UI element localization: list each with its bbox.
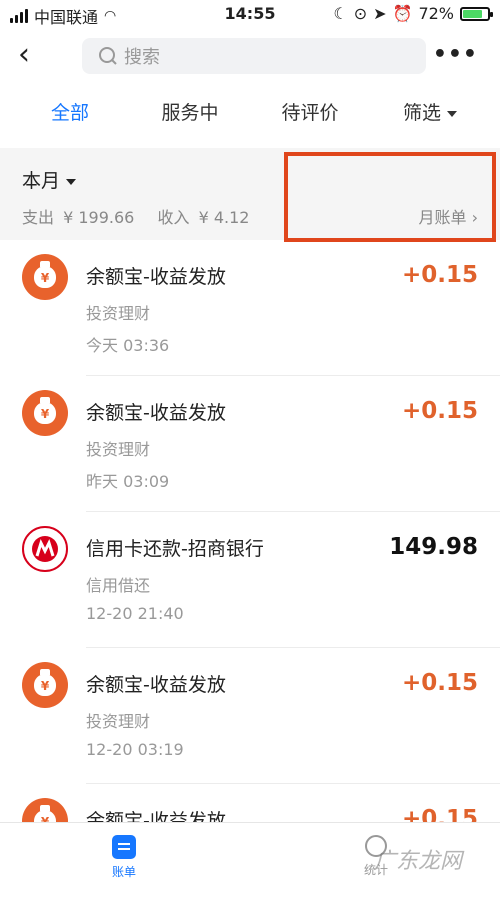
search-placeholder: 搜索 — [124, 47, 160, 68]
transaction-row[interactable]: ¥ 余额宝-收益发放 投资理财 昨天 03:09 +0.15 — [0, 376, 500, 512]
transaction-row[interactable]: ¥ 余额宝-收益发放 投资理财 12-20 03:19 +0.15 — [0, 648, 500, 784]
month-label: 本月 — [22, 170, 61, 192]
location-icon: ➤ — [373, 4, 387, 23]
transaction-time: 12-20 03:19 — [86, 740, 184, 759]
moon-icon: ☾ — [333, 4, 348, 23]
expense-value: ¥ 199.66 — [63, 208, 135, 227]
transaction-category: 投资理财 — [86, 712, 151, 731]
tab-filter[interactable]: 筛选 — [380, 98, 480, 140]
cmb-bank-logo-icon — [22, 526, 68, 572]
watermark: 广东龙网 — [373, 849, 462, 874]
income-label: 收入 — [157, 208, 190, 227]
tab-bar: 全部 服务中 待评价 筛选 — [0, 98, 500, 140]
battery-percent: 72% — [418, 4, 454, 23]
tab-all[interactable]: 全部 — [0, 98, 140, 140]
transaction-title: 余额宝-收益发放 — [86, 402, 226, 424]
more-icon[interactable]: ••• — [433, 42, 478, 67]
transaction-time: 今天 03:36 — [86, 336, 170, 355]
tab-to-review[interactable]: 待评价 — [240, 98, 380, 140]
transaction-amount: +0.15 — [401, 262, 478, 288]
transaction-amount: +0.15 — [401, 398, 478, 424]
transaction-time: 昨天 03:09 — [86, 472, 170, 491]
transaction-time: 12-20 21:40 — [86, 604, 184, 623]
money-bag-icon: ¥ — [22, 662, 68, 708]
money-bag-icon: ¥ — [22, 390, 68, 436]
search-icon — [99, 47, 117, 65]
transaction-category: 投资理财 — [86, 440, 151, 459]
caret-down-icon — [447, 110, 457, 117]
back-icon[interactable]: ‹ — [18, 40, 48, 74]
transaction-title: 余额宝-收益发放 — [86, 674, 226, 696]
transaction-category: 信用借还 — [86, 576, 151, 595]
expense-label: 支出 — [22, 208, 55, 227]
income-value: ¥ 4.12 — [198, 208, 250, 227]
bottom-nav: 账单 统计 广东龙网 — [0, 822, 500, 889]
tab-in-service[interactable]: 服务中 — [140, 98, 240, 140]
nav-bill[interactable]: 账单 — [100, 835, 148, 880]
search-input[interactable]: 搜索 — [82, 38, 426, 74]
transaction-amount: +0.15 — [401, 670, 478, 696]
money-bag-icon: ¥ — [22, 254, 68, 300]
filter-label: 筛选 — [402, 102, 441, 124]
month-selector[interactable]: 本月 — [22, 166, 77, 193]
battery-icon — [460, 6, 493, 21]
alarm-icon: ⏰ — [392, 4, 413, 23]
transaction-title: 信用卡还款-招商银行 — [86, 538, 264, 560]
highlight-annotation — [284, 152, 496, 242]
nav-bill-label: 账单 — [111, 865, 136, 879]
top-bar: ‹ 搜索 ••• — [0, 36, 500, 78]
transaction-title: 余额宝-收益发放 — [86, 266, 226, 288]
transaction-list: ¥ 余额宝-收益发放 投资理财 今天 03:36 +0.15 ¥ 余额宝-收益发… — [0, 240, 500, 920]
transaction-amount: 149.98 — [389, 534, 478, 560]
month-totals: 支出 ¥ 199.66 收入 ¥ 4.12 — [22, 204, 249, 228]
caret-down-icon — [66, 178, 77, 185]
transaction-row[interactable]: ¥ 余额宝-收益发放 投资理财 今天 03:36 +0.15 — [0, 240, 500, 376]
status-bar: 中国联通 ◠ 14:55 ☾ ⊙ ➤ ⏰ 72% — [0, 0, 500, 30]
lock-rotation-icon: ⊙ — [353, 4, 368, 23]
bill-icon — [112, 835, 136, 859]
transaction-row[interactable]: 信用卡还款-招商银行 信用借还 12-20 21:40 149.98 — [0, 512, 500, 648]
transaction-category: 投资理财 — [86, 304, 151, 323]
